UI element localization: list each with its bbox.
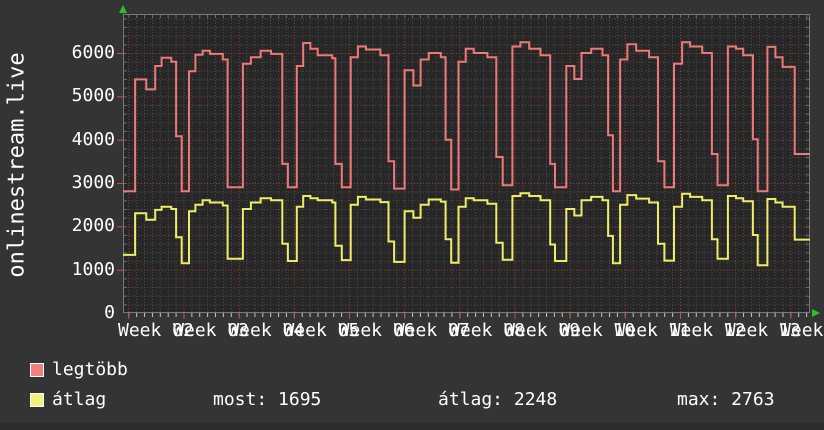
y-axis-label: 3000 xyxy=(28,174,115,192)
legend-swatch-legtobb xyxy=(30,363,44,377)
y-axis-arrow xyxy=(119,5,127,13)
y-axis-label: 4000 xyxy=(28,131,115,149)
legend-label-legtobb: legtöbb xyxy=(52,360,128,380)
x-axis-arrow xyxy=(812,309,820,317)
stat-max: max: 2763 xyxy=(677,390,775,410)
y-axis-label: 1000 xyxy=(28,261,115,279)
legend-label-atlag: átlag xyxy=(52,390,106,410)
stat-atlag: átlag: 2248 xyxy=(438,390,557,410)
y-axis-label: 2000 xyxy=(28,217,115,235)
stat-most: most: 1695 xyxy=(213,390,321,410)
y-axis-title: onlinestream.live xyxy=(5,52,30,277)
x-axis-label: Week 14 xyxy=(780,321,824,341)
legend-swatch-atlag xyxy=(30,393,44,407)
bottom-border xyxy=(0,423,824,430)
y-axis-label: 6000 xyxy=(28,44,115,62)
y-axis-label: 5000 xyxy=(28,87,115,105)
rrdtool-graph: onlinestream.live 0 1000 2000 3000 4000 5000 6… xyxy=(0,0,824,430)
y-axis-label: 0 xyxy=(28,304,115,322)
